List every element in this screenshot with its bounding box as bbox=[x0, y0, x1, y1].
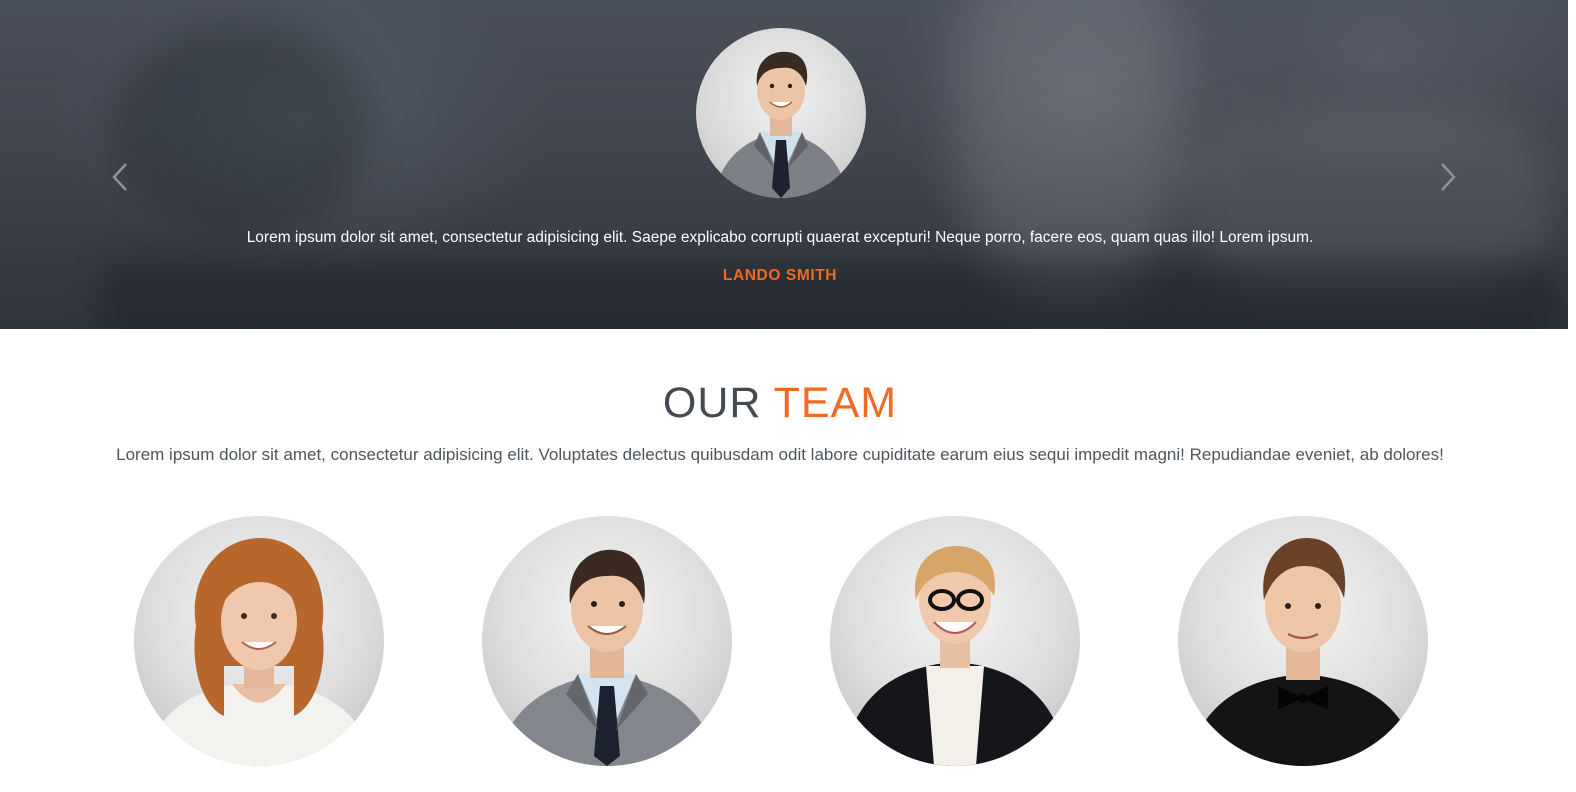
chevron-right-icon bbox=[1441, 163, 1456, 191]
man-gray-suit-portrait bbox=[496, 549, 718, 766]
background-plant-blur bbox=[110, 20, 370, 240]
team-member-photo bbox=[482, 516, 732, 766]
young-man-bowtie-portrait bbox=[1188, 538, 1418, 766]
team-section-title: OUR TEAM bbox=[0, 376, 1560, 430]
team-member-photo bbox=[134, 516, 384, 766]
team-title-part2: TEAM bbox=[773, 379, 898, 427]
testimonial-quote: Lorem ipsum dolor sit amet, consectetur … bbox=[246, 229, 1314, 246]
woman-curly-hair-portrait bbox=[144, 538, 374, 766]
background-person-blur bbox=[960, 0, 1180, 300]
team-member-photo bbox=[1178, 516, 1428, 766]
man-portrait-image bbox=[714, 51, 848, 198]
chevron-left-icon bbox=[112, 163, 127, 191]
team-description: Lorem ipsum dolor sit amet, consectetur … bbox=[116, 445, 1444, 464]
testimonial-author: LANDO SMITH bbox=[722, 267, 838, 284]
carousel-prev-button[interactable] bbox=[106, 160, 136, 194]
testimonial-avatar bbox=[696, 28, 866, 198]
testimonial-section: Lorem ipsum dolor sit amet, consectetur … bbox=[0, 0, 1568, 329]
carousel-next-button[interactable] bbox=[1432, 160, 1462, 194]
team-member-photo bbox=[830, 516, 1080, 766]
woman-glasses-portrait bbox=[842, 546, 1068, 766]
team-title-part1: OUR bbox=[662, 379, 762, 427]
